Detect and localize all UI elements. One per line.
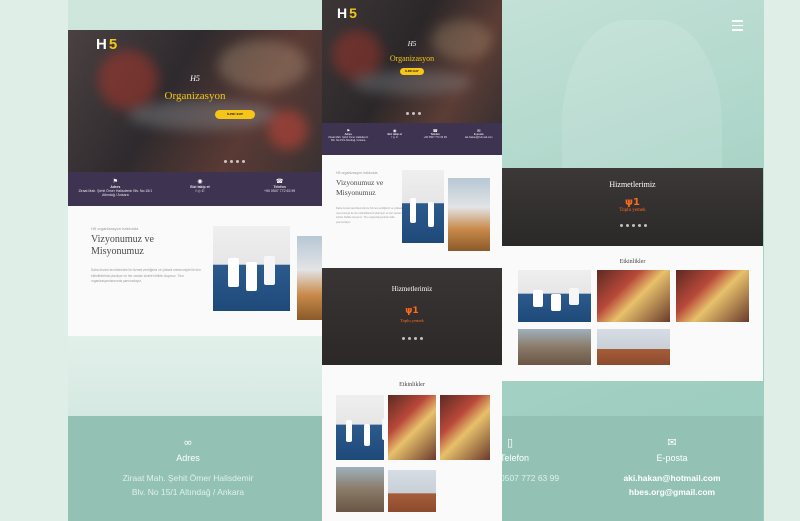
hero-banner-desktop: H5 H5 Organizasyon İLERİ KAY <box>68 30 322 172</box>
event-photo-mobile-2[interactable] <box>388 395 436 460</box>
info-social-mobile: ◉ Bizi takip et f ◎ ✆ <box>380 128 410 139</box>
hero-title: Organizasyon <box>164 90 226 102</box>
vision-photo-hall-mobile <box>402 170 444 243</box>
vision-photo-food-mobile <box>448 178 490 251</box>
social-links[interactable]: f ◎ ✆ <box>170 189 230 193</box>
services-item-mobile[interactable]: Toplu yemek <box>322 318 502 323</box>
fork-knife-icon: ψ1 <box>625 197 640 208</box>
phone-icon: ▯ <box>506 436 514 449</box>
event-photo-mobile-5[interactable] <box>388 470 436 512</box>
hero-slider-dots-mobile[interactable] <box>406 112 421 115</box>
hero-small-logo-mobile: H5 <box>407 40 417 48</box>
info-social: ◉ Bizi takip et f ◎ ✆ <box>170 178 230 193</box>
vision-body-mobile: Daha önceki tecrübemizle ile hizmet verd… <box>336 207 403 224</box>
vision-photo-hall <box>213 226 290 311</box>
phone-text[interactable]: 0507 772 63 99 <box>500 471 560 485</box>
vision-kicker-mobile: H5 organizasyon hakkında <box>336 171 378 175</box>
info-bar-mobile: ⚑ Adres Ziraat Mah. Şehit Ömer Halisdemi… <box>322 123 502 155</box>
event-photo-2[interactable] <box>597 270 670 322</box>
services-item[interactable]: Toplu yemek <box>502 208 763 213</box>
info-phone-mobile: ☎ Telefon +90 0507 772 63 99 <box>420 128 450 139</box>
events-title-mobile: Etkinlikler <box>399 382 425 388</box>
event-photo-mobile-3[interactable] <box>440 395 490 460</box>
services-slider-dots-mobile[interactable] <box>402 337 423 340</box>
email-label: E-posta <box>656 453 688 463</box>
vision-kicker: H5 organizasyon hakkında <box>91 226 139 231</box>
services-title-mobile: Hizmetlerimiz <box>391 285 433 293</box>
vision-section-desktop: H5 organizasyon hakkında Vizyonumuz ve Mi… <box>68 206 322 336</box>
info-bar-desktop: ⚑ Adres Ziraat Mah. Şehit Ömer Halisdemi… <box>68 172 322 206</box>
events-title: Etkinlikler <box>619 259 646 265</box>
event-photo-5[interactable] <box>597 329 670 365</box>
event-photo-mobile-4[interactable] <box>336 467 384 512</box>
link-icon: ∞ <box>183 436 193 449</box>
hero-small-logo: H5 <box>190 74 200 83</box>
logo[interactable]: H5 <box>96 36 117 53</box>
vision-body: Daha önceki tecrübemizle ile hizmet verd… <box>91 268 201 283</box>
phone-label: Telefon <box>500 453 530 463</box>
info-address-mobile: ⚑ Adres Ziraat Mah. Şehit Ömer Halisdemi… <box>328 128 369 142</box>
vision-photo-food <box>297 236 322 320</box>
decorative-fade-left <box>68 336 322 416</box>
event-photo-3[interactable] <box>676 270 749 322</box>
info-address: ⚑ Adres Ziraat Mah. Şehit Ömer Halisdemi… <box>75 178 155 197</box>
services-section-desktop: Hizmetlerimiz ψ1 Toplu yemek <box>502 168 763 246</box>
fork-knife-icon: ψ1 <box>405 306 419 316</box>
share-icon: ◉ <box>197 179 203 185</box>
hero-slider-dots[interactable] <box>224 160 245 163</box>
vision-title-mobile: Vizyonumuz ve Misyonumuz <box>336 178 384 197</box>
events-section-desktop: Etkinlikler <box>502 246 763 381</box>
address-label: Adres <box>176 453 200 463</box>
info-phone-text: +90 0507 772 63 99 <box>264 189 296 193</box>
address-text: Ziraat Mah. Şehit Ömer Halisdemir Blv. No… <box>122 473 254 497</box>
info-address-text: Ziraat Mah. Şehit Ömer Halisdemir Blv. N… <box>78 189 153 197</box>
services-slider-dots[interactable] <box>620 224 647 227</box>
event-photo-1[interactable] <box>518 270 591 322</box>
email-text[interactable]: aki.hakan@hotmail.com hbes.org@gmail.com <box>602 471 742 499</box>
hero-cta-button[interactable]: İLERİ KAY <box>215 110 255 119</box>
menu-icon[interactable] <box>732 20 743 34</box>
vision-title: Vizyonumuz ve Misyonumuz <box>91 234 154 257</box>
map-marker-icon: ⚑ <box>112 179 119 185</box>
event-photo-mobile-1[interactable] <box>336 395 384 460</box>
logo-mobile[interactable]: H5 <box>337 5 357 21</box>
info-email-mobile: ✉ E-posta aki.hakan@hotmail.com <box>461 128 497 139</box>
hero-banner-mobile: H5 H5 Organizasyon İLERİ KAY <box>322 0 502 123</box>
hero-cta-button-mobile[interactable]: İLERİ KAY <box>400 68 424 75</box>
info-phone: ☎ Telefon +90 0507 772 63 99 <box>245 178 315 193</box>
event-photo-4[interactable] <box>518 329 591 365</box>
mobile-mockup: H5 H5 Organizasyon İLERİ KAY ⚑ Adres Zir… <box>322 0 502 521</box>
phone-icon: ☎ <box>275 179 284 185</box>
hero-title-mobile: Organizasyon <box>389 54 435 63</box>
envelope-icon: ✉ <box>667 436 677 449</box>
services-section-mobile: Hizmetlerimiz ψ1 Toplu yemek <box>322 268 502 365</box>
services-title: Hizmetlerimiz <box>609 180 656 189</box>
